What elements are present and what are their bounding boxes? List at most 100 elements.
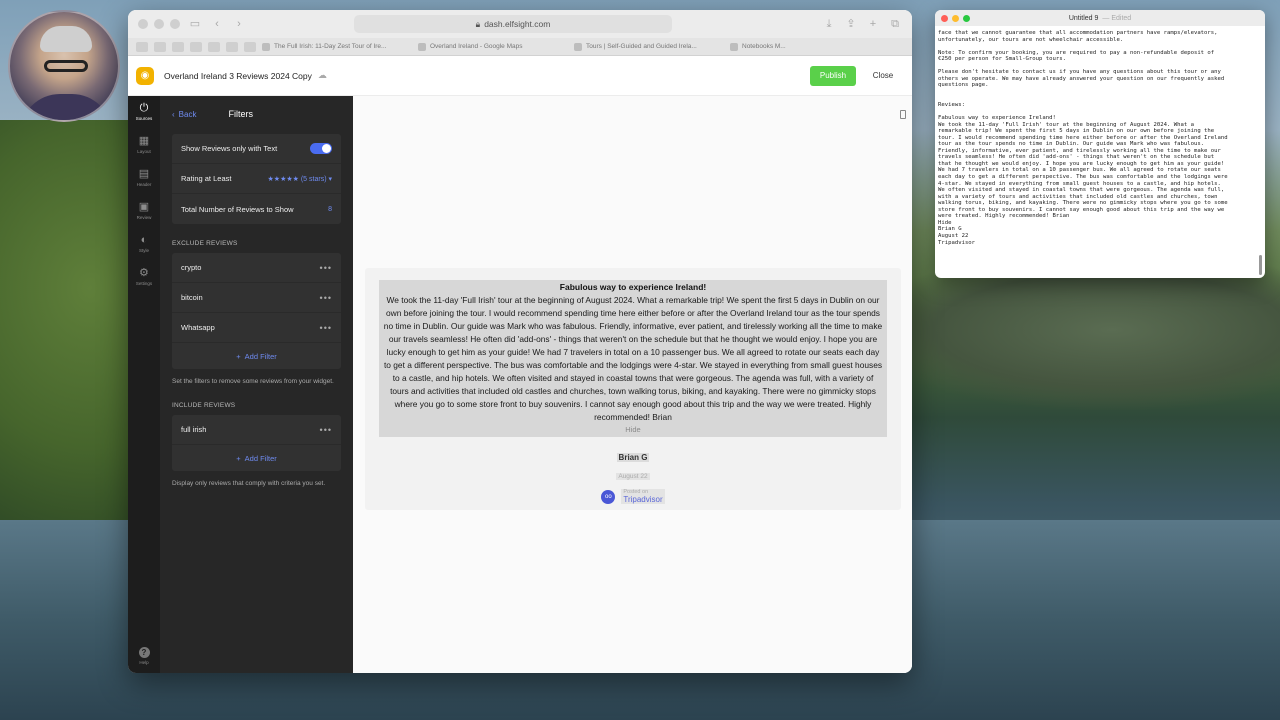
tab-favicon — [730, 42, 738, 51]
tab-favicon — [262, 42, 270, 51]
pinned-tab-icon[interactable] — [154, 41, 166, 52]
webcam-overlay — [8, 10, 120, 122]
tab-overview-icon[interactable]: ⧉ — [888, 17, 902, 31]
rail-item-style[interactable]: ◐ Style — [138, 234, 150, 253]
total-reviews-row[interactable]: Total Number of Reviews to Show 8 — [172, 194, 341, 224]
review-icon: ▣ — [138, 201, 150, 213]
help-icon: ? — [138, 647, 150, 658]
zoom-window-button[interactable] — [170, 19, 180, 29]
close-button[interactable]: Close — [862, 65, 904, 86]
minimize-window-button[interactable] — [154, 19, 164, 29]
lock-icon: 🔒︎ — [475, 18, 481, 29]
pinned-tab-icon[interactable] — [136, 41, 148, 52]
sidebar-toggle-icon[interactable]: ▭ — [188, 17, 202, 31]
elfsight-logo-icon: ◉ — [136, 66, 154, 85]
app-header: ◉ Overland Ireland 3 Reviews 2024 Copy ☁… — [128, 56, 912, 96]
gear-icon: ⚙ — [139, 267, 149, 279]
filters-panel-header: ‹ Back Filters — [172, 106, 341, 122]
exclude-item[interactable]: Whatsapp ••• — [172, 313, 341, 343]
close-window-button[interactable] — [138, 19, 148, 29]
plus-icon: + — [236, 351, 241, 361]
exclude-hint: Set the filters to remove some reviews f… — [172, 378, 334, 385]
rail-item-sources[interactable]: ⏻ Sources — [136, 102, 153, 121]
add-include-filter-button[interactable]: + Add Filter — [172, 445, 341, 471]
chevron-left-icon: ‹ — [172, 109, 175, 119]
window-controls — [138, 19, 180, 29]
filter-settings-card: Show Reviews only with Text Rating at Le… — [172, 134, 341, 224]
pinned-tab-icon[interactable] — [226, 41, 238, 52]
review-date: August 22 — [616, 473, 650, 480]
pinned-tab-icon[interactable] — [208, 41, 220, 52]
editor-body: ⏻ Sources ▦ Layout ▤ Header ▣ Review ◐ S… — [128, 96, 912, 673]
review-card: Fabulous way to experience Ireland! We t… — [365, 268, 901, 510]
more-options-icon[interactable]: ••• — [320, 263, 332, 273]
notes-title: Untitled 9— Edited — [1068, 14, 1132, 22]
webcam-shirt — [20, 94, 112, 120]
download-icon[interactable]: ⤓ — [822, 17, 836, 31]
rail-item-help[interactable]: ? Help — [128, 647, 160, 665]
browser-titlebar: ▭ ‹ › 🔒︎ dash.elfsight.com ⤓ ⇪ + ⧉ — [128, 10, 912, 38]
include-list: full irish ••• + Add Filter — [172, 415, 341, 471]
rail-item-settings[interactable]: ⚙ Settings — [136, 267, 152, 286]
address-bar-url: dash.elfsight.com — [484, 19, 551, 29]
tab-favicon — [574, 42, 582, 51]
review-body: We took the 11-day 'Full Irish' tour at … — [383, 295, 883, 422]
review-author: Brian G — [616, 453, 650, 462]
layout-icon: ▦ — [138, 135, 150, 147]
exclude-heading: EXCLUDE REVIEWS — [172, 240, 238, 247]
tab-notebooks[interactable]: Notebooks M... — [730, 42, 880, 51]
notes-window: Untitled 9— Edited face that we cannot g… — [935, 10, 1265, 278]
show-text-only-toggle[interactable] — [310, 143, 332, 154]
rail-item-layout[interactable]: ▦ Layout — [137, 135, 151, 154]
notes-text-area[interactable]: face that we cannot guarantee that all a… — [935, 26, 1265, 250]
widget-title: Overland Ireland 3 Reviews 2024 Copy — [164, 70, 312, 81]
back-arrow-icon[interactable]: ‹ — [210, 17, 224, 31]
pinned-tab-icon[interactable] — [172, 41, 184, 52]
source-link[interactable]: Tripadvisor — [621, 495, 665, 504]
cloud-saved-icon: ☁ — [317, 70, 327, 80]
more-options-icon[interactable]: ••• — [320, 323, 332, 333]
notes-scrollbar[interactable] — [1259, 255, 1262, 275]
rating-select[interactable]: ★★★★★ (5 stars) ▾ — [268, 175, 332, 183]
new-tab-icon[interactable]: + — [866, 17, 880, 31]
rail-item-header[interactable]: ▤ Header — [137, 168, 152, 187]
review-text-selection: Fabulous way to experience Ireland! We t… — [379, 280, 887, 437]
tab-strip: The Full Irish: 11-Day Zest Tour of Ire.… — [128, 38, 912, 56]
tab-full-irish[interactable]: The Full Irish: 11-Day Zest Tour of Ire.… — [262, 42, 412, 51]
include-heading: INCLUDE REVIEWS — [172, 402, 236, 409]
total-reviews-value[interactable]: 8 — [328, 206, 332, 213]
pinned-tab-icon[interactable] — [244, 41, 256, 52]
rail-item-review[interactable]: ▣ Review — [137, 201, 152, 220]
editor-rail: ⏻ Sources ▦ Layout ▤ Header ▣ Review ◐ S… — [128, 96, 160, 673]
tripadvisor-icon: oo — [601, 489, 616, 504]
hide-review-link[interactable]: Hide — [383, 424, 883, 436]
include-item[interactable]: full irish ••• — [172, 415, 341, 445]
tab-tours[interactable]: Tours | Self-Guided and Guided Irela... — [574, 42, 724, 51]
show-text-only-row[interactable]: Show Reviews only with Text — [172, 134, 341, 164]
more-options-icon[interactable]: ••• — [320, 425, 332, 435]
palette-icon: ◐ — [140, 234, 148, 246]
rating-row[interactable]: Rating at Least ★★★★★ (5 stars) ▾ — [172, 164, 341, 194]
back-button[interactable]: ‹ Back — [172, 110, 196, 119]
review-author-block: Brian G August 22 — [379, 447, 887, 483]
tab-favicon — [418, 42, 426, 51]
address-bar[interactable]: 🔒︎ dash.elfsight.com — [354, 15, 672, 33]
pinned-tab-icon[interactable] — [190, 41, 202, 52]
filters-title: Filters — [228, 109, 253, 119]
exclude-list: crypto ••• bitcoin ••• Whatsapp ••• + Add Fi… — [172, 253, 341, 369]
share-icon[interactable]: ⇪ — [844, 17, 858, 31]
mobile-preview-icon[interactable] — [900, 110, 906, 119]
forward-arrow-icon[interactable]: › — [232, 17, 246, 31]
webcam-hair — [40, 26, 92, 52]
publish-button[interactable]: Publish — [810, 65, 856, 86]
exclude-item[interactable]: crypto ••• — [172, 253, 341, 283]
widget-preview: Fabulous way to experience Ireland! We t… — [353, 96, 912, 673]
tab-google-maps[interactable]: Overland Ireland - Google Maps — [418, 42, 568, 51]
review-title: Fabulous way to experience Ireland! — [559, 282, 707, 292]
exclude-item[interactable]: bitcoin ••• — [172, 283, 341, 313]
chevron-down-icon: ▾ — [328, 175, 332, 183]
more-options-icon[interactable]: ••• — [320, 293, 332, 303]
add-exclude-filter-button[interactable]: + Add Filter — [172, 343, 341, 369]
plus-icon: + — [236, 453, 241, 463]
include-hint: Display only reviews that comply with cr… — [172, 480, 326, 487]
